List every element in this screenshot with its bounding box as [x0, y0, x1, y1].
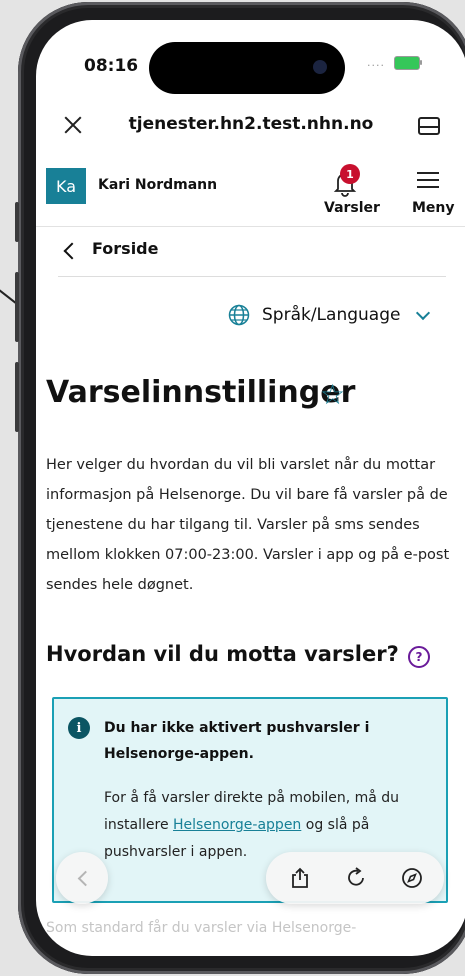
battery-tip: [420, 60, 422, 65]
user-name[interactable]: Kari Nordmann: [98, 177, 217, 193]
notice-title: Du har ikke aktivert pushvarsler i Helse…: [104, 720, 370, 762]
chevron-down-icon[interactable]: [415, 305, 431, 321]
notification-badge: 1: [340, 164, 360, 184]
compass-icon[interactable]: [400, 866, 424, 890]
volume-up-button: [15, 272, 19, 342]
breadcrumb-back-link[interactable]: Forside: [92, 239, 158, 258]
tabs-icon[interactable]: [418, 117, 440, 135]
faded-text: Som standard får du varsler via Helsenor…: [46, 920, 357, 936]
browser-address-bar: tjenester.hn2.test.nhn.no: [36, 104, 465, 148]
dynamic-island: [149, 42, 345, 94]
browser-back-button[interactable]: [56, 852, 108, 904]
signal-icon: ....: [367, 56, 385, 69]
status-time: 08:16: [84, 56, 139, 76]
intro-text: Her velger du hvordan du vil bli varslet…: [46, 457, 450, 593]
chevron-left-icon: [77, 870, 94, 887]
hamburger-menu-icon[interactable]: [417, 172, 439, 188]
close-icon[interactable]: [58, 112, 88, 142]
help-icon[interactable]: ?: [408, 646, 430, 668]
notifications-label[interactable]: Varsler: [324, 200, 380, 216]
globe-icon[interactable]: [228, 304, 250, 326]
silent-switch: [15, 202, 19, 242]
battery-charging-icon: [394, 56, 420, 70]
info-icon: i: [68, 717, 90, 739]
page-title: Varselinnstillinger: [46, 375, 356, 410]
language-selector[interactable]: Språk/Language: [262, 305, 400, 325]
breadcrumb-divider: [58, 276, 446, 277]
share-icon[interactable]: [288, 866, 312, 890]
chevron-left-icon[interactable]: [63, 242, 81, 260]
status-bar: 08:16 ....: [36, 20, 465, 100]
section-title: Hvordan vil du motta varsler?: [46, 642, 399, 666]
camera-icon: [313, 60, 327, 74]
reload-icon[interactable]: [344, 866, 368, 890]
site-header: Ka Kari Nordmann 1 Varsler Meny: [36, 160, 465, 220]
url-text[interactable]: tjenester.hn2.test.nhn.no: [116, 114, 386, 134]
header-divider: [36, 226, 465, 227]
phone-screen: 08:16 .... tjenester.hn2.test.nhn.no Ka …: [36, 20, 465, 956]
avatar[interactable]: Ka: [46, 168, 86, 204]
star-icon[interactable]: ☆: [320, 378, 345, 411]
browser-toolbar: [266, 852, 444, 904]
menu-label[interactable]: Meny: [412, 200, 455, 216]
volume-down-button: [15, 362, 19, 432]
helsenorge-app-link[interactable]: Helsenorge-appen: [173, 817, 301, 833]
